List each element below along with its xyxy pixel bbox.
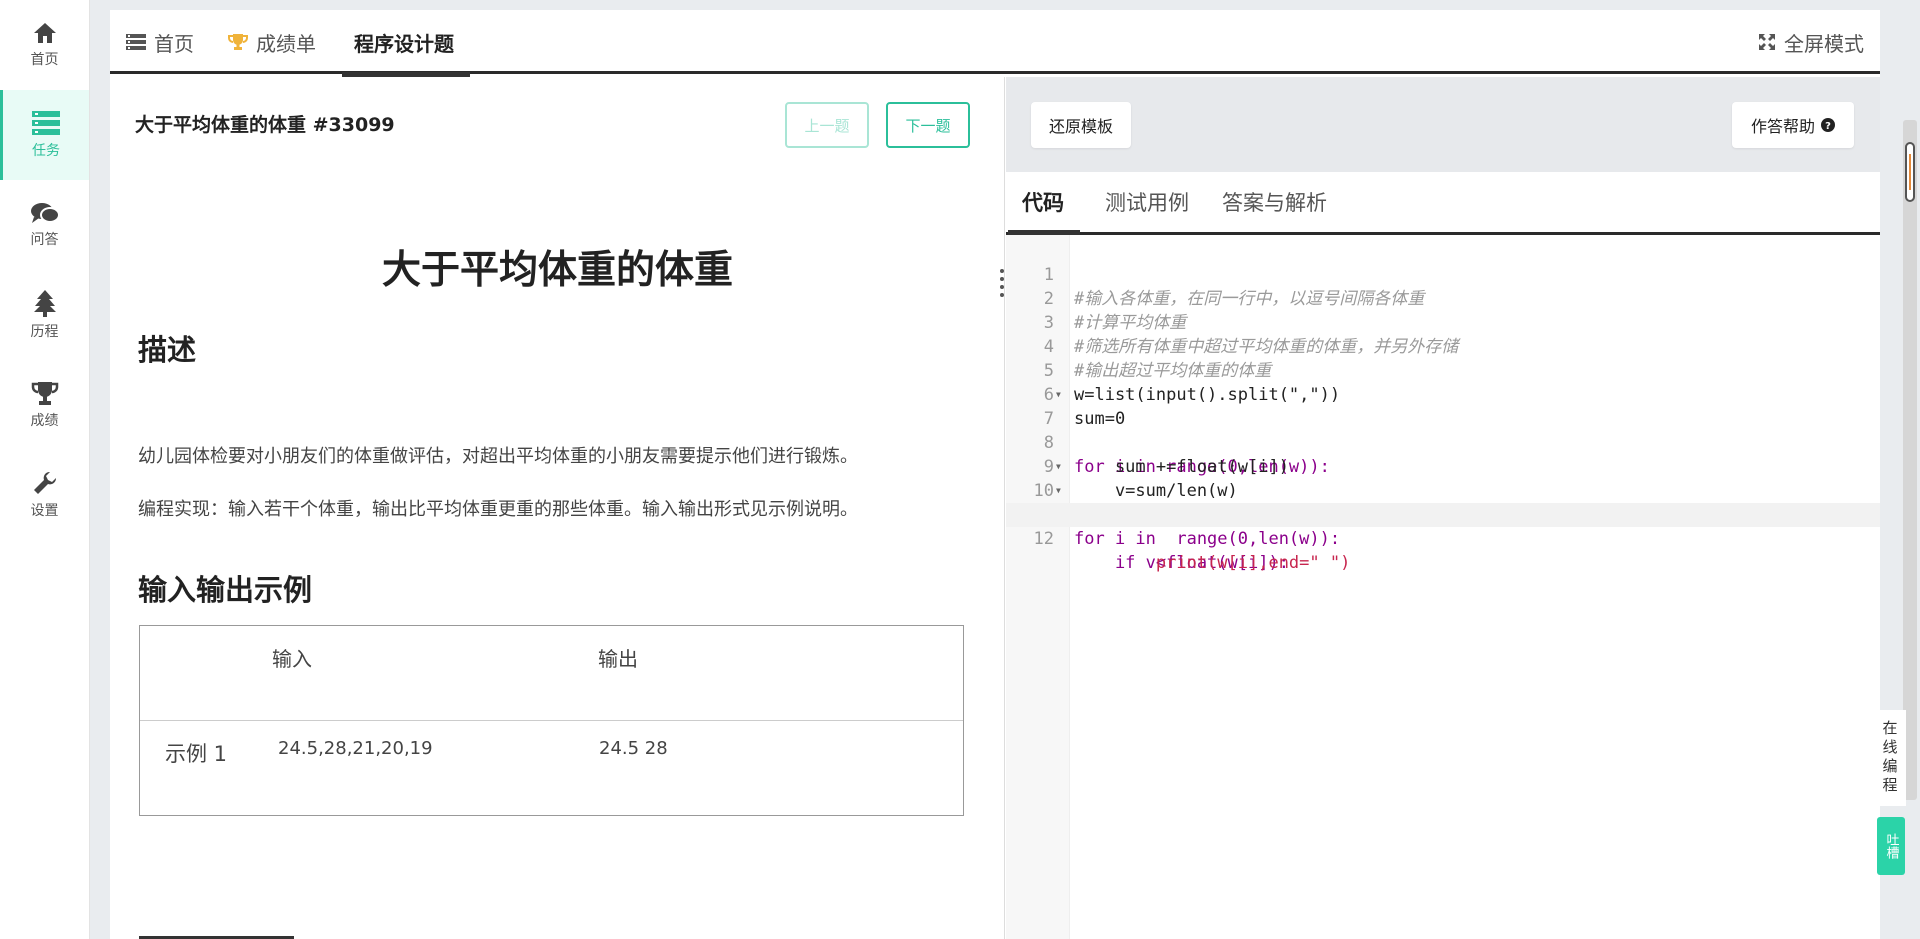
input-column-header: 输入 [272,647,312,671]
svg-text:?: ? [1825,121,1831,132]
tab-answer[interactable]: 答案与解析 [1222,172,1327,232]
chat-icon [30,203,60,223]
problem-header: 大于平均体重的体重 #33099 [135,114,395,136]
sidebar-item-qa[interactable]: 问答 [0,180,89,270]
sidebar-item-label: 任务 [32,143,60,159]
feedback-button[interactable]: 吐槽 [1877,817,1905,875]
problem-title: 大于平均体重的体重 [381,248,733,293]
trophy-icon [228,34,248,50]
sidebar-item-label: 成绩 [30,413,59,429]
sidebar-item-settings[interactable]: 设置 [0,450,89,540]
description-paragraph: 幼儿园体检要对小朋友们的体重做评估，对超出平均体重的小朋友需要提示他们进行锻炼。 [138,446,858,467]
tab-scores[interactable]: 成绩单 [228,10,316,74]
main-panel: 首页 成绩单 程序设计题 全屏模式 大于平均体重的体重 #33099 上一题 下… [110,10,1880,939]
code-line: 4 #输出超过平均体重的体重 [1006,311,1880,381]
restore-template-button[interactable]: 还原模板 [1031,102,1131,148]
tab-home[interactable]: 首页 [126,10,194,74]
home-icon [33,23,56,43]
code-line: 9 v=sum/len(w) [1006,431,1880,501]
tab-problem[interactable]: 程序设计题 [342,10,470,77]
prev-question-button[interactable]: 上一题 [785,102,869,148]
code-line: 11 ▼ if v<float(w[i]): [1006,479,1880,573]
code-pane: 还原模板 作答帮助 ? 代码 测试用例 答案与解析 1 #输入各体重，在同一行中… [1006,77,1880,939]
output-column-header: 输出 [598,647,638,671]
sidebar-item-home[interactable]: 首页 [0,0,89,90]
left-sidebar: 首页 任务 问答 历程 成绩 设置 [0,0,90,939]
table-header-row: 输入 输出 [140,626,963,721]
top-tabs: 首页 成绩单 程序设计题 全屏模式 [110,10,1880,77]
io-example-heading: 输入输出示例 [138,573,313,607]
next-question-button[interactable]: 下一题 [886,102,970,148]
wrench-icon [33,471,56,494]
description-heading: 描述 [138,333,197,367]
code-line: 7 ▼ for i in range(0,len(w)): [1006,383,1880,477]
sidebar-item-label: 设置 [30,503,59,519]
online-coding-widget[interactable]: 在线编程 [1874,710,1906,806]
fold-arrow-icon[interactable]: ▼ [1056,455,1061,479]
code-line-current: 12 print(w[i],end=" ") [1006,503,1880,573]
task-list-icon [32,111,60,135]
example-input: 24.5,28,21,20,19 [278,738,433,759]
fullscreen-button[interactable]: 全屏模式 [1758,10,1864,74]
tree-icon [33,290,56,317]
tab-label: 程序设计题 [354,31,454,56]
code-tabs: 代码 测试用例 答案与解析 [1006,172,1880,235]
code-line: 8 sum +=float(w[i]) [1006,407,1880,477]
tab-code[interactable]: 代码 [1008,172,1080,235]
problem-pane: 大于平均体重的体重 #33099 上一题 下一题 大于平均体重的体重 描述 幼儿… [110,77,1005,939]
code-line: 1 #输入各体重，在同一行中，以逗号间隔各体重 [1006,239,1880,309]
line-number: 12 [1033,529,1054,549]
fold-arrow-icon[interactable]: ▼ [1056,479,1061,503]
code-editor[interactable]: 1 #输入各体重，在同一行中，以逗号间隔各体重 2 #计算平均体重 3 #筛选所… [1006,235,1880,939]
tab-label: 成绩单 [256,31,316,56]
scrollbar-thumb[interactable] [1905,142,1915,202]
question-circle-icon: ? [1821,118,1835,132]
help-button[interactable]: 作答帮助 ? [1732,102,1854,148]
editor-toolbar: 还原模板 作答帮助 ? [1006,77,1880,172]
fullscreen-label: 全屏模式 [1784,31,1864,56]
sidebar-item-scores[interactable]: 成绩 [0,360,89,450]
tab-label: 首页 [154,31,194,56]
code-line: 3 #筛选所有体重中超过平均体重的体重，并另外存储 [1006,287,1880,357]
sidebar-item-label: 首页 [30,52,59,68]
code-line: 2 #计算平均体重 [1006,263,1880,333]
example-output: 24.5 28 [599,738,668,759]
code-line: 10 ▼ for i in range(0,len(w)): [1006,455,1880,549]
sidebar-item-label: 问答 [30,232,59,248]
example-label: 示例 1 [165,742,228,766]
code-line: 6 sum=0 [1006,359,1880,429]
code-text: print(w[i],end=" ") [1074,553,1351,573]
tab-test-cases[interactable]: 测试用例 [1105,172,1189,232]
io-example-table: 输入 输出 示例 1 24.5,28,21,20,19 24.5 28 [139,625,964,816]
expand-icon [1759,34,1775,50]
page-scrollbar[interactable] [1903,120,1917,800]
fold-arrow-icon[interactable]: ▼ [1056,383,1061,407]
sidebar-item-journey[interactable]: 历程 [0,270,89,360]
sidebar-item-label: 历程 [30,324,59,340]
list-icon [126,34,146,50]
sidebar-item-tasks[interactable]: 任务 [0,90,89,180]
description-paragraph: 编程实现：输入若干个体重，输出比平均体重更重的那些体重。输入输出形式见示例说明。 [138,499,858,520]
help-label: 作答帮助 [1750,117,1815,136]
code-line: 5 w=list(input().split(",")) [1006,335,1880,405]
trophy-icon [31,382,58,405]
code-text: for i in range(0,len(w)): [1074,529,1341,549]
